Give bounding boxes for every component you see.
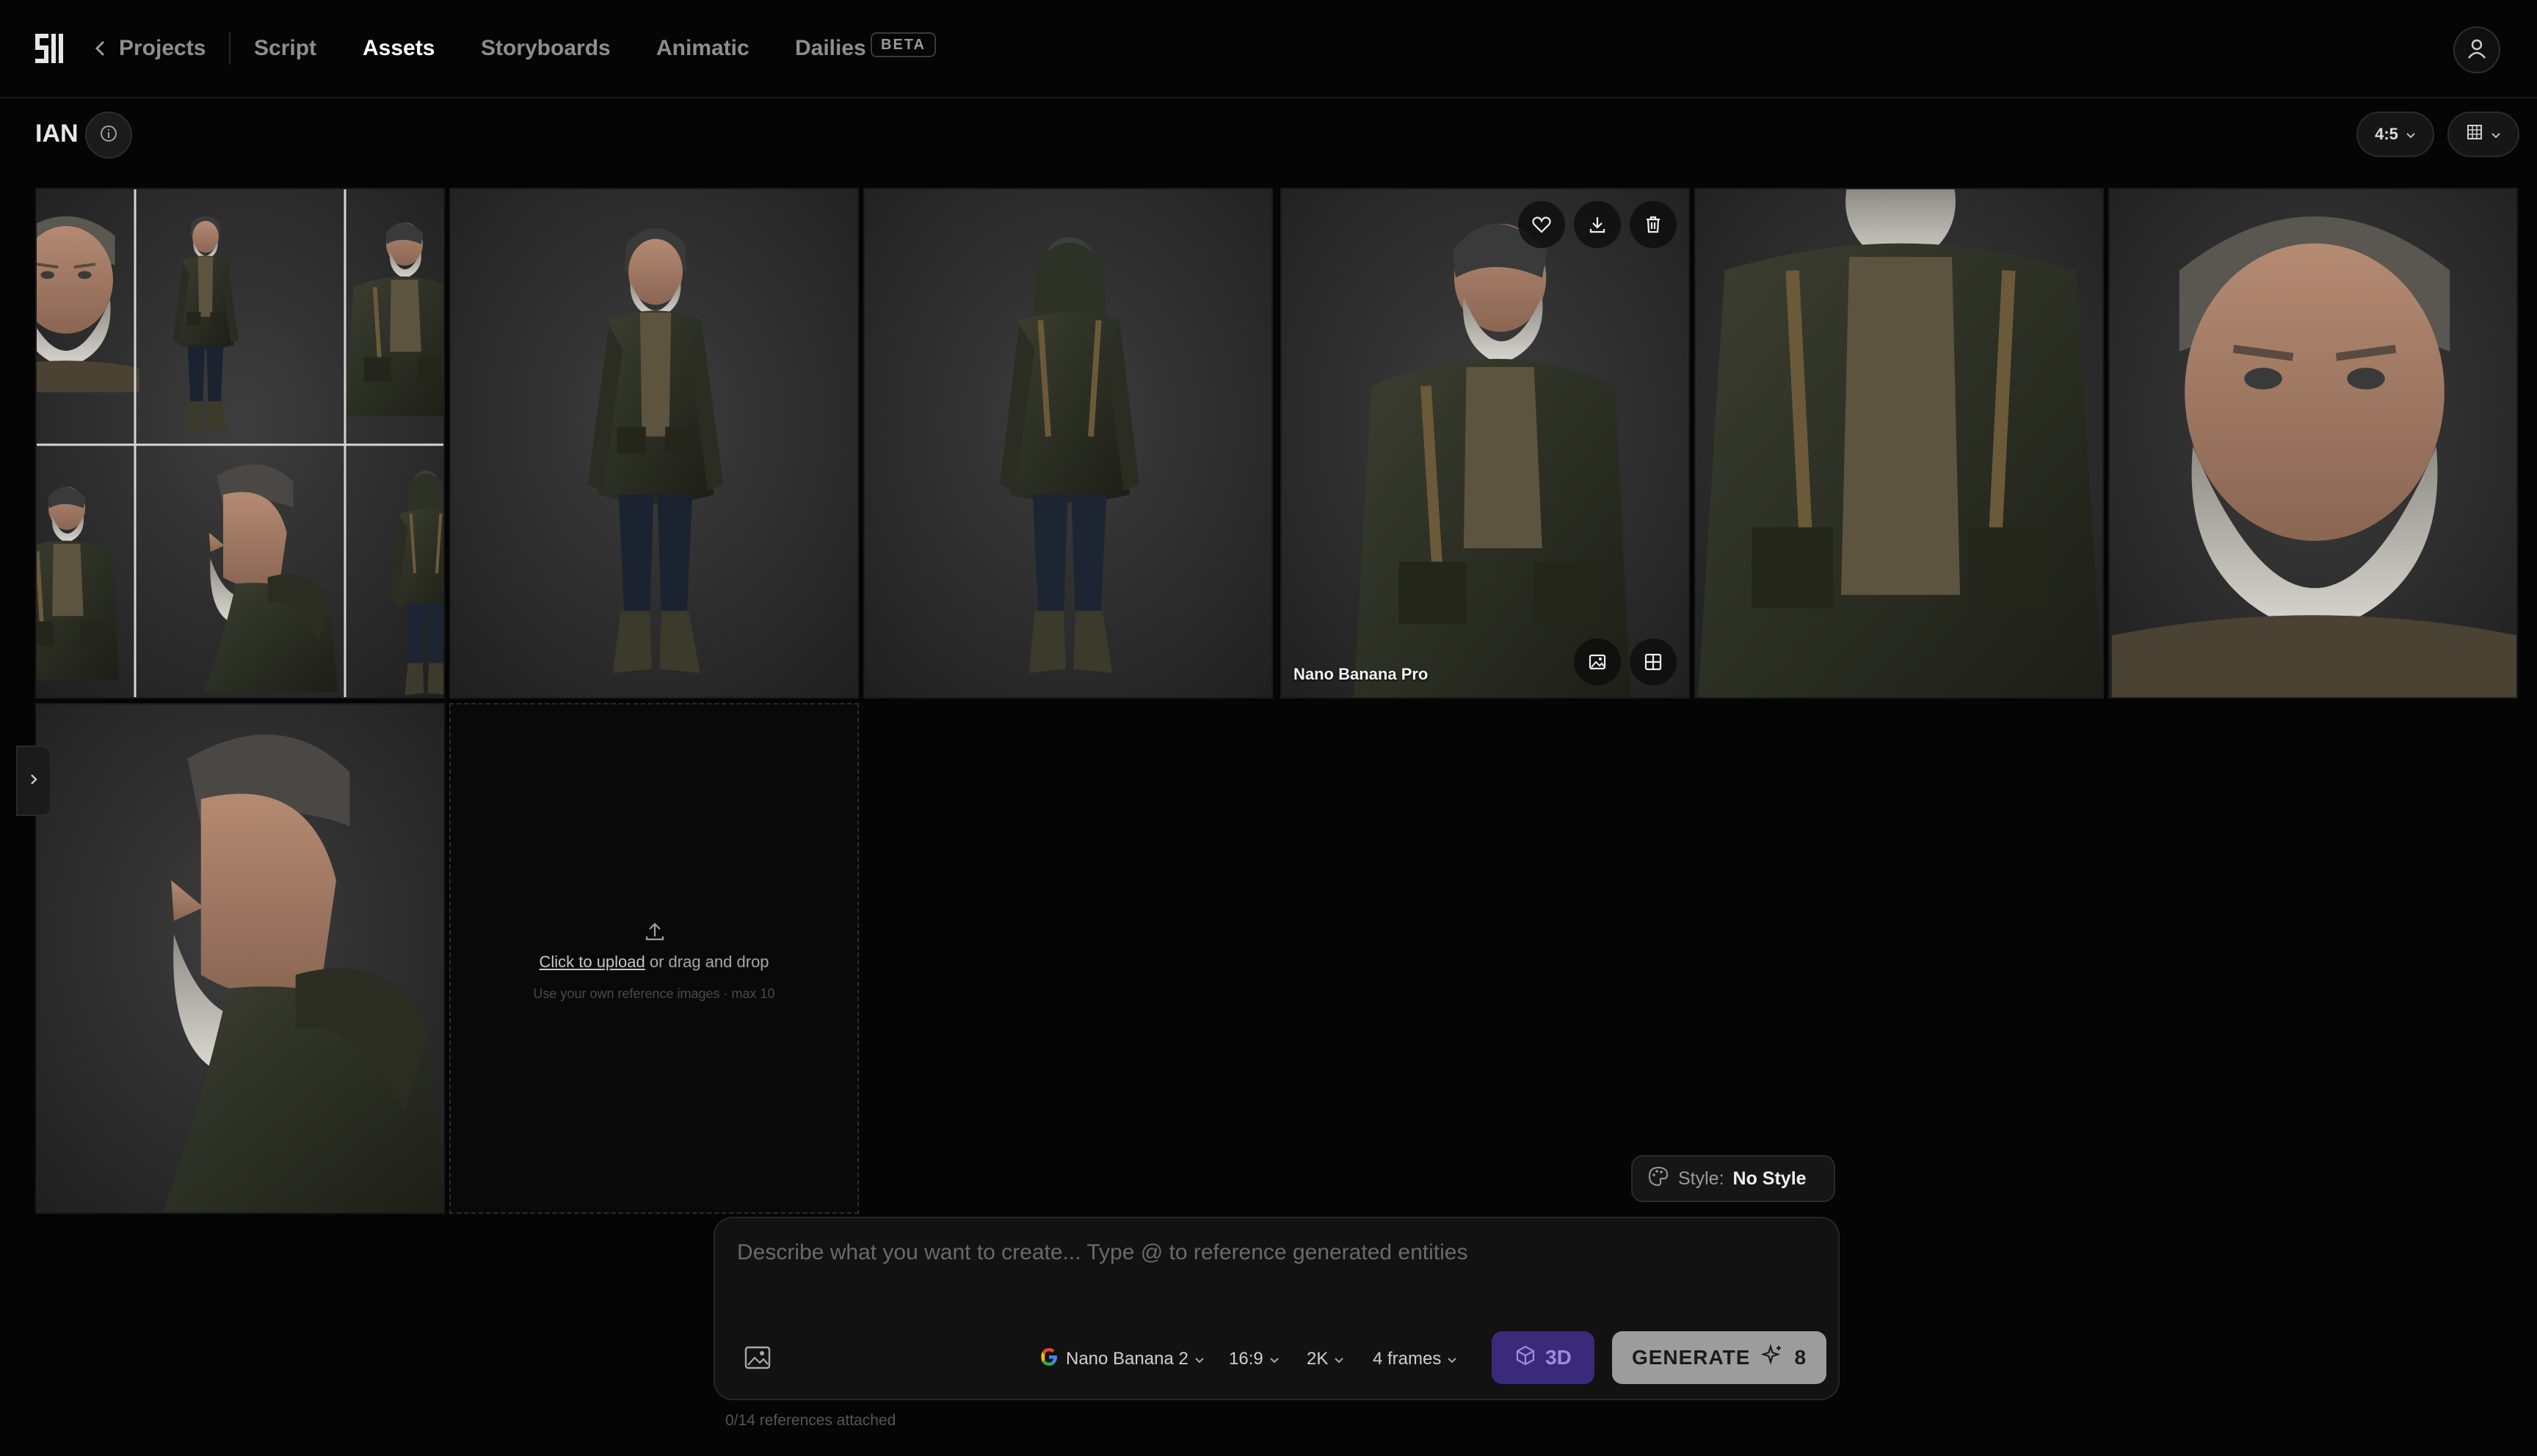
sparkle-icon bbox=[1760, 1343, 1784, 1372]
google-icon bbox=[1038, 1346, 1060, 1373]
beta-badge: BETA bbox=[871, 32, 936, 57]
click-to-upload-link[interactable]: Click to upload bbox=[539, 953, 645, 971]
asset-image-three-quarter[interactable]: Nano Banana Pro bbox=[1280, 188, 1690, 699]
chevron-down-icon bbox=[2406, 125, 2416, 144]
logo-icon[interactable] bbox=[32, 31, 65, 66]
style-selector[interactable]: Style: No Style bbox=[1631, 1155, 1835, 1202]
3d-button[interactable]: 3D bbox=[1492, 1331, 1594, 1384]
tab-storyboards[interactable]: Storyboards bbox=[481, 34, 611, 63]
download-icon bbox=[1587, 214, 1608, 235]
generate-button-label: GENERATE bbox=[1631, 1346, 1751, 1369]
split-grid-button[interactable] bbox=[1630, 638, 1677, 685]
grid-layout-dropdown[interactable] bbox=[2447, 112, 2519, 157]
info-button[interactable] bbox=[85, 112, 132, 159]
tab-animatic[interactable]: Animatic bbox=[656, 34, 750, 63]
upload-instructions-rest: or drag and drop bbox=[645, 953, 769, 971]
frames-option[interactable]: 4 frames bbox=[1373, 1343, 1457, 1375]
asset-image-face[interactable] bbox=[2108, 188, 2518, 699]
asset-image-front[interactable] bbox=[449, 188, 859, 699]
model-dropdown[interactable]: Nano Banana 2 bbox=[1038, 1343, 1205, 1375]
chevron-down-icon bbox=[1447, 1349, 1457, 1369]
chevron-down-icon bbox=[1194, 1349, 1205, 1369]
chevron-left-icon[interactable] bbox=[92, 35, 107, 62]
chevron-down-icon bbox=[2491, 125, 2501, 144]
entity-title: IAN bbox=[35, 120, 79, 148]
delete-button[interactable] bbox=[1630, 201, 1677, 248]
aspect-ratio-value: 4:5 bbox=[2375, 125, 2398, 143]
asset-image-torso[interactable] bbox=[1694, 188, 2104, 699]
upload-icon bbox=[642, 919, 667, 947]
download-button[interactable] bbox=[1574, 201, 1621, 248]
generate-button[interactable]: GENERATE 8 bbox=[1612, 1331, 1826, 1384]
model-value: Nano Banana 2 bbox=[1066, 1349, 1188, 1369]
chevron-down-icon bbox=[1334, 1349, 1344, 1369]
palette-icon bbox=[1647, 1165, 1669, 1193]
attach-image-button[interactable] bbox=[740, 1342, 775, 1377]
split-grid-icon bbox=[1643, 652, 1663, 672]
heart-icon bbox=[1531, 214, 1552, 235]
info-icon bbox=[99, 124, 118, 147]
aspect-ratio-option[interactable]: 16:9 bbox=[1229, 1343, 1280, 1375]
asset-image-contact-sheet[interactable] bbox=[35, 188, 445, 699]
credit-cost: 8 bbox=[1794, 1346, 1807, 1369]
tab-assets[interactable]: Assets bbox=[363, 34, 435, 63]
3d-button-label: 3D bbox=[1545, 1346, 1572, 1369]
asset-image-back[interactable] bbox=[863, 188, 1273, 699]
upload-dropzone[interactable]: Click to upload or drag and drop Use you… bbox=[449, 703, 859, 1214]
favorite-button[interactable] bbox=[1518, 201, 1565, 248]
use-as-reference-button[interactable] bbox=[1574, 638, 1621, 685]
upload-hint: Use your own reference images · max 10 bbox=[533, 986, 775, 1001]
aspect-ratio-option-value: 16:9 bbox=[1229, 1349, 1263, 1369]
references-counter: 0/14 references attached bbox=[725, 1412, 896, 1429]
frames-value: 4 frames bbox=[1373, 1349, 1442, 1369]
image-icon bbox=[744, 1346, 771, 1373]
style-label: Style: bbox=[1678, 1168, 1724, 1189]
aspect-ratio-dropdown[interactable]: 4:5 bbox=[2356, 112, 2434, 157]
grid-icon bbox=[2466, 123, 2483, 145]
chevron-down-icon bbox=[1269, 1349, 1280, 1369]
user-menu-button[interactable] bbox=[2453, 26, 2500, 73]
tab-dailies[interactable]: Dailies bbox=[795, 34, 866, 63]
resolution-value: 2K bbox=[1307, 1349, 1329, 1369]
sidebar-expand-button[interactable] bbox=[16, 746, 51, 816]
cube-icon bbox=[1514, 1344, 1536, 1372]
asset-image-profile[interactable] bbox=[35, 703, 445, 1214]
trash-icon bbox=[1643, 214, 1663, 235]
prompt-input[interactable] bbox=[737, 1240, 1794, 1299]
tab-script[interactable]: Script bbox=[254, 34, 316, 63]
image-icon bbox=[1587, 652, 1608, 672]
chevron-right-icon bbox=[28, 771, 40, 792]
model-label: Nano Banana Pro bbox=[1293, 665, 1429, 683]
upload-instructions: Click to upload or drag and drop bbox=[451, 953, 857, 972]
resolution-option[interactable]: 2K bbox=[1307, 1343, 1344, 1375]
style-value: No Style bbox=[1732, 1168, 1807, 1189]
prompt-composer: Nano Banana 2 16:9 2K 4 frames 3D GENERA… bbox=[714, 1217, 1840, 1400]
user-icon bbox=[2466, 37, 2488, 63]
top-navigation: Projects Script Assets Storyboards Anima… bbox=[0, 0, 2537, 98]
nav-divider bbox=[229, 32, 231, 65]
nav-projects-link[interactable]: Projects bbox=[119, 34, 206, 63]
